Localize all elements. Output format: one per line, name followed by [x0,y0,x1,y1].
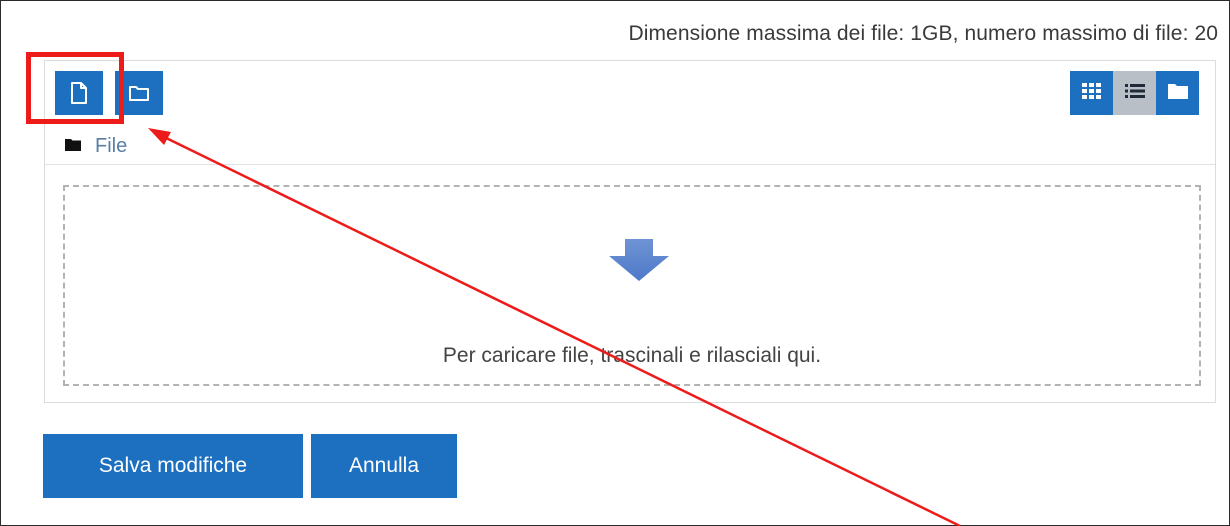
drop-zone-text: Per caricare file, trascinali e rilascia… [442,344,822,367]
file-icon [69,81,89,105]
arrow-down-icon [609,239,669,286]
folder-icon [65,138,81,156]
file-picker: File Per caricare file, trascinali e ril… [44,60,1216,403]
add-file-button[interactable] [55,71,103,115]
folder-icon [1167,82,1189,105]
folder-icon [128,84,150,102]
divider [45,164,1215,165]
grid-icon [1081,82,1102,104]
tree-view-button[interactable] [1156,71,1199,115]
create-folder-button[interactable] [115,71,163,115]
cancel-button[interactable]: Annulla [311,434,457,498]
save-changes-button[interactable]: Salva modifiche [43,434,303,498]
breadcrumb: File [65,135,127,158]
breadcrumb-folder-link[interactable]: File [95,135,127,158]
drop-zone[interactable]: Per caricare file, trascinali e rilascia… [63,185,1201,386]
file-limits-text: Dimensione massima dei file: 1GB, numero… [628,22,1218,45]
icons-view-button[interactable] [1070,71,1113,115]
list-icon [1124,83,1145,104]
list-view-button[interactable] [1113,71,1156,115]
